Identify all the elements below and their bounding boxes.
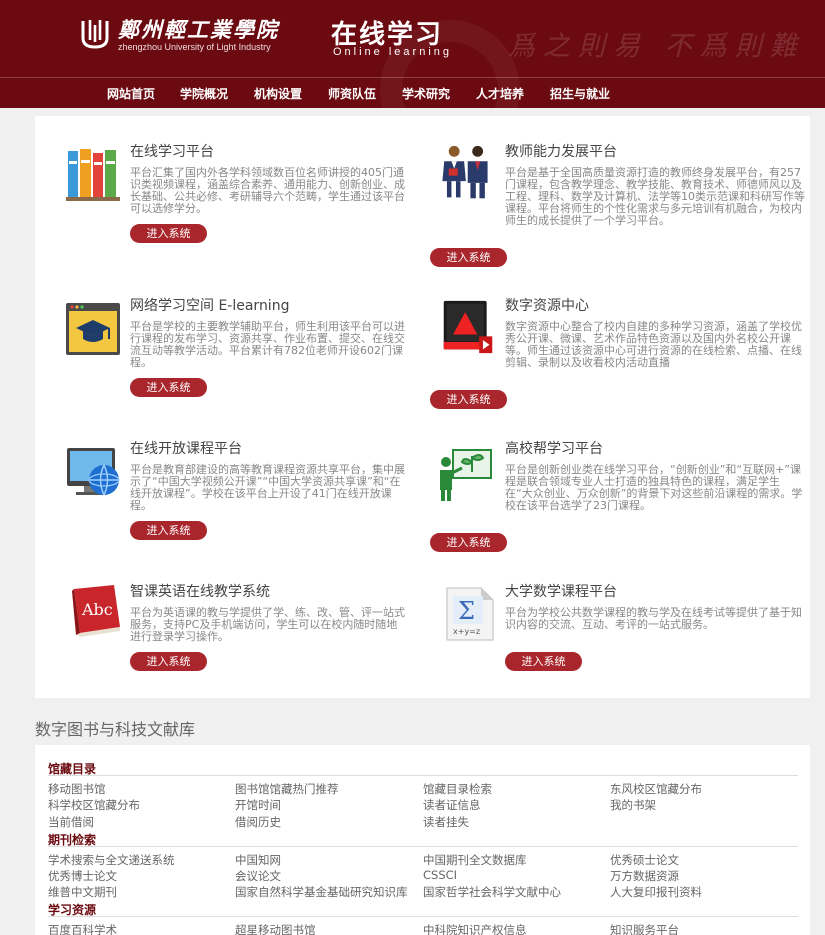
nav-item-overview[interactable]: 学院概况 xyxy=(180,85,228,102)
library-link[interactable]: 科学校区馆藏分布 xyxy=(48,797,140,813)
enter-system-button[interactable]: 进入系统 xyxy=(430,390,507,409)
section-title-resources: 学习资源 xyxy=(48,901,798,917)
university-logo-icon xyxy=(81,20,109,49)
platform-description: 平台是学校的主要教学辅助平台，师生利用该平台可以进行课程的发布学习、资源共享、作… xyxy=(130,320,405,369)
nav-item-home[interactable]: 网站首页 xyxy=(107,85,155,102)
library-link[interactable]: 开馆时间 xyxy=(235,797,281,813)
library-link[interactable]: 百度百科学术 xyxy=(48,922,117,935)
abc-book-icon: Abc xyxy=(72,585,120,637)
library-link[interactable]: 借阅历史 xyxy=(235,814,281,830)
nav-item-research[interactable]: 学术研究 xyxy=(402,85,450,102)
enter-system-button[interactable]: 进入系统 xyxy=(430,248,507,267)
library-link[interactable]: 国家自然科学基金基础研究知识库 xyxy=(235,884,408,900)
library-link[interactable]: 优秀博士论文 xyxy=(48,868,117,884)
platform-title[interactable]: 大学数学课程平台 xyxy=(505,581,617,601)
platform-description: 数字资源中心整合了校内自建的多种学习资源，涵盖了学校优秀公开课、微课、艺术作品特… xyxy=(505,320,802,369)
enter-system-button[interactable]: 进入系统 xyxy=(130,652,207,671)
library-link[interactable]: 万方数据资源 xyxy=(610,868,679,884)
platform-title[interactable]: 在线开放课程平台 xyxy=(130,438,242,458)
library-link[interactable]: 当前借阅 xyxy=(48,814,94,830)
library-link[interactable]: CSSCI xyxy=(423,868,457,882)
main-nav: 网站首页 学院概况 机构设置 师资队伍 学术研究 人才培养 招生与就业 xyxy=(0,78,825,108)
nav-item-admission[interactable]: 招生与就业 xyxy=(550,85,610,102)
platform-description: 平台为学校公共数学课程的教与学及在线考试等提供了基于知识内容的交流、互动、考评的… xyxy=(505,606,802,631)
background-calligraphy: 爲之則易 不爲則難 xyxy=(508,31,805,62)
platform-title[interactable]: 在线学习平台 xyxy=(130,141,214,161)
site-header: 爲之則易 不爲則難 鄭州輕工業學院 zhengzhou University o… xyxy=(0,0,825,108)
library-link[interactable]: 馆藏目录检索 xyxy=(423,781,492,797)
platform-title[interactable]: 智课英语在线教学系统 xyxy=(130,581,270,601)
library-panel: 馆藏目录 移动图书馆 图书馆馆藏热门推荐 馆藏目录检索 东风校区馆藏分布 科学校… xyxy=(35,745,810,935)
enter-system-button[interactable]: 进入系统 xyxy=(430,533,507,552)
nav-item-faculty[interactable]: 师资队伍 xyxy=(328,85,376,102)
library-link[interactable]: 优秀硕士论文 xyxy=(610,852,679,868)
svg-text:Σ: Σ xyxy=(458,597,475,625)
platform-title[interactable]: 数字资源中心 xyxy=(505,295,589,315)
teachers-icon xyxy=(442,145,488,199)
presentation-board-icon xyxy=(440,449,492,501)
library-link[interactable]: 东风校区馆藏分布 xyxy=(610,781,702,797)
section-title-journals: 期刊检索 xyxy=(48,831,798,847)
library-link[interactable]: 读者挂失 xyxy=(423,814,469,830)
library-link[interactable]: 维普中文期刊 xyxy=(48,884,117,900)
library-heading: 数字图书与科技文献库 xyxy=(35,720,196,739)
library-link[interactable]: 中国期刊全文数据库 xyxy=(423,852,527,868)
library-link[interactable]: 中科院知识产权信息 xyxy=(423,922,527,935)
enter-system-button[interactable]: 进入系统 xyxy=(130,378,207,397)
school-name-english: zhengzhou University of Light Industry xyxy=(118,42,271,52)
media-player-icon xyxy=(443,300,493,354)
svg-text:x+y=z: x+y=z xyxy=(453,627,480,636)
library-link[interactable]: 中国知网 xyxy=(235,852,281,868)
library-link[interactable]: 我的书架 xyxy=(610,797,656,813)
platform-description: 平台汇集了国内外各学科领域数百位名师讲授的405门通识类视频课程，涵盖综合素养、… xyxy=(130,166,405,215)
library-link[interactable]: 知识服务平台 xyxy=(610,922,679,935)
platform-panel: 在线学习平台 平台汇集了国内外各学科领域数百位名师讲授的405门通识类视频课程，… xyxy=(35,116,810,698)
library-link[interactable]: 超星移动图书馆 xyxy=(235,922,316,935)
library-link[interactable]: 移动图书馆 xyxy=(48,781,106,797)
library-link[interactable]: 人大复印报刊资料 xyxy=(610,884,702,900)
enter-system-button[interactable]: 进入系统 xyxy=(130,224,207,243)
school-name: 鄭州輕工業學院 xyxy=(118,17,279,42)
platform-description: 平台是教育部建设的高等教育课程资源共享平台，集中展示了“中国大学视频公开课”“中… xyxy=(130,463,405,512)
library-link[interactable]: 读者证信息 xyxy=(423,797,481,813)
platform-title[interactable]: 网络学习空间 E-learning xyxy=(130,295,289,315)
library-link[interactable]: 图书馆馆藏热门推荐 xyxy=(235,781,339,797)
globe-monitor-icon xyxy=(67,448,120,496)
books-icon xyxy=(66,149,120,201)
page-subtitle: Online learning xyxy=(333,46,452,58)
section-title-catalog: 馆藏目录 xyxy=(48,760,798,776)
enter-system-button[interactable]: 进入系统 xyxy=(505,652,582,671)
svg-text:Abc: Abc xyxy=(81,600,113,619)
library-link[interactable]: 会议论文 xyxy=(235,868,281,884)
platform-title[interactable]: 高校帮学习平台 xyxy=(505,438,603,458)
library-link[interactable]: 国家哲学社会科学文献中心 xyxy=(423,884,561,900)
nav-item-organization[interactable]: 机构设置 xyxy=(254,85,302,102)
library-link[interactable]: 学术搜索与全文递送系统 xyxy=(48,852,175,868)
enter-system-button[interactable]: 进入系统 xyxy=(130,521,207,540)
platform-title[interactable]: 教师能力发展平台 xyxy=(505,141,617,161)
graduation-cap-icon xyxy=(66,303,120,355)
platform-description: 平台是基于全国高质量资源打造的教师终身发展平台，有257门课程，包含教学理念、教… xyxy=(505,166,805,227)
nav-item-education[interactable]: 人才培养 xyxy=(476,85,524,102)
platform-description: 平台是创新创业类在线学习平台，“创新创业”和“互联网+”课程是联合领域专业人士打… xyxy=(505,463,803,512)
platform-description: 平台为英语课的教与学提供了学、练、改、管、评一站式服务，支持PC及手机端访问，学… xyxy=(130,606,405,643)
sigma-math-icon: Σ x+y=z xyxy=(446,587,494,641)
